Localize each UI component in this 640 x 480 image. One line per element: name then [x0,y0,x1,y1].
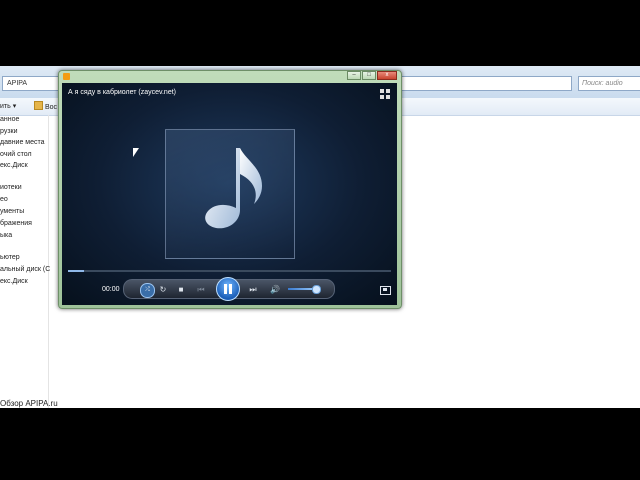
address-text: APIPA [7,80,28,87]
search-input[interactable]: Поиск: audio [578,76,640,91]
pause-button[interactable] [216,277,240,301]
shuffle-icon[interactable]: ⤮ [140,283,155,298]
player-titlebar[interactable]: – □ x [59,71,401,82]
nav-item[interactable]: давние места [0,139,45,146]
previous-icon[interactable]: ⏮ [196,285,206,295]
caption-buttons: – □ x [346,71,397,80]
maximize-button[interactable]: □ [362,71,376,80]
nav-item[interactable]: екс.Диск [0,162,28,169]
nav-item[interactable]: рузки [0,128,18,135]
media-player-icon [63,73,70,80]
toolbar-second-label: Вос [45,104,58,111]
mouse-cursor [133,148,139,157]
nav-item[interactable]: ументы [0,208,24,215]
playback-controls: 00:00 ⤮ ↻ ■ ⏮ ⏭ 🔊 [62,276,397,305]
nav-item[interactable]: ьютер [0,254,20,261]
media-player-window: –□x А я сяду в кабриолет (zaycev.net) [58,70,402,309]
search-placeholder: Поиск: audio [582,80,623,87]
nav-item[interactable]: бражения [0,220,32,227]
volume-knob[interactable] [312,285,321,294]
stop-icon[interactable]: ■ [176,285,186,295]
track-title: А я сяду в кабриолет (zaycev.net) [68,89,176,96]
close-button[interactable]: x [377,71,397,80]
address-bar-extension[interactable] [400,76,572,91]
next-icon[interactable]: ⏭ [248,285,258,295]
switch-to-library-icon[interactable] [380,89,390,99]
control-bar: ⤮ ↻ ■ ⏮ ⏭ 🔊 [123,277,335,301]
minimize-button[interactable]: – [347,71,361,80]
navigation-pane: анное рузки давние места очий стол екс.Д… [0,115,50,408]
status-text: Обзор APIPA.ru [0,399,58,408]
nav-item[interactable]: ео [0,196,8,203]
nav-item[interactable]: ыка [0,232,12,239]
fullscreen-icon[interactable] [380,286,391,295]
nav-item[interactable]: анное [0,116,19,123]
nav-item[interactable]: екс.Диск [0,278,28,285]
play-folder-icon [34,101,43,110]
nav-item[interactable]: очий стол [0,151,32,158]
toolbar-second-button[interactable]: Вос [34,101,57,113]
album-art-frame [165,129,295,259]
repeat-icon[interactable]: ↻ [158,285,168,295]
nav-item[interactable]: иотеки [0,184,22,191]
now-playing-screen[interactable]: А я сяду в кабриолет (zaycev.net) 00:00 [62,83,397,305]
music-note-icon [205,148,262,229]
elapsed-time: 00:00 [102,286,120,293]
seek-bar[interactable] [68,270,391,272]
volume-icon[interactable]: 🔊 [270,285,280,295]
nav-item[interactable]: альный диск (C [0,266,50,273]
seek-progress [68,270,85,272]
organize-button[interactable]: ить ▾ [0,101,16,112]
organize-label: ить [0,103,11,110]
